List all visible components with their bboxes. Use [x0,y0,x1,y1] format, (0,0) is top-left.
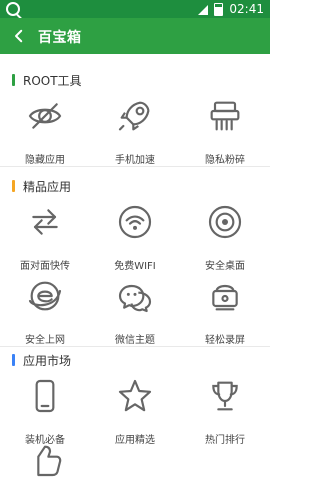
wifi-icon [118,205,152,239]
page-title: 百宝箱 [38,30,82,46]
browser-e-icon [28,281,62,311]
app-label: 面对面快传 [20,261,70,272]
phone-icon [35,379,55,413]
market-top-charts[interactable]: 热门排行 [180,376,270,452]
app-screen-recorder[interactable]: 轻松录屏 [180,276,270,352]
trophy-icon [212,381,238,411]
section-title-root-tools: ROOT工具 [23,73,82,88]
market-label: 应用精选 [115,435,155,446]
shredder-icon [210,101,240,131]
section-divider [0,166,270,167]
app-label: 免费WIFI [114,261,156,272]
wechat-icon [118,284,152,313]
section-header-featured-apps: 精品应用 [12,178,71,194]
app-label: 安全桌面 [205,261,245,272]
app-wechat-theme[interactable]: 微信主题 [90,276,180,352]
tool-label: 隐私粉碎 [205,155,245,166]
desktop-circle-icon [208,205,242,239]
rocket-icon [118,101,150,131]
signal-icon [198,5,209,15]
star-icon [118,379,152,412]
section-header-app-market: 应用市场 [12,352,71,368]
tool-label: 隐藏应用 [25,155,65,166]
section-header-root-tools: ROOT工具 [12,72,82,88]
tool-label: 手机加速 [115,155,155,166]
section-accent-bar [12,74,15,86]
status-right: 02:41 [198,0,264,18]
transfer-arrows-icon [32,209,58,235]
back-arrow-icon[interactable] [10,27,28,45]
tool-hidden-apps[interactable]: 隐藏应用 [0,96,90,172]
section-title-featured-apps: 精品应用 [23,179,72,194]
tool-privacy-shredder[interactable]: 隐私粉碎 [180,96,270,172]
app-bar: 百宝箱 [0,18,270,54]
market-thumbs-up[interactable] [0,440,90,480]
app-label: 轻松录屏 [205,335,245,346]
app-face-to-face-transfer[interactable]: 面对面快传 [0,202,90,278]
section-title-app-market: 应用市场 [23,353,72,368]
status-bar: 02:41 [0,0,270,18]
app-free-wifi[interactable]: 免费WIFI [90,202,180,278]
section-accent-bar [12,354,15,366]
app-safe-browsing[interactable]: 安全上网 [0,276,90,352]
battery-icon [214,2,224,16]
section-accent-bar [12,180,15,192]
market-label: 热门排行 [205,435,245,446]
market-featured[interactable]: 应用精选 [90,376,180,452]
app-label: 微信主题 [115,335,155,346]
section-divider [0,346,270,347]
tool-phone-boost[interactable]: 手机加速 [90,96,180,172]
app-label: 安全上网 [25,335,65,346]
app-secure-desktop[interactable]: 安全桌面 [180,202,270,278]
status-time: 02:41 [229,2,264,16]
thumbs-up-icon [37,445,62,477]
screen-recorder-icon [212,284,238,311]
search-icon [6,2,20,16]
hidden-eye-icon [28,103,62,129]
